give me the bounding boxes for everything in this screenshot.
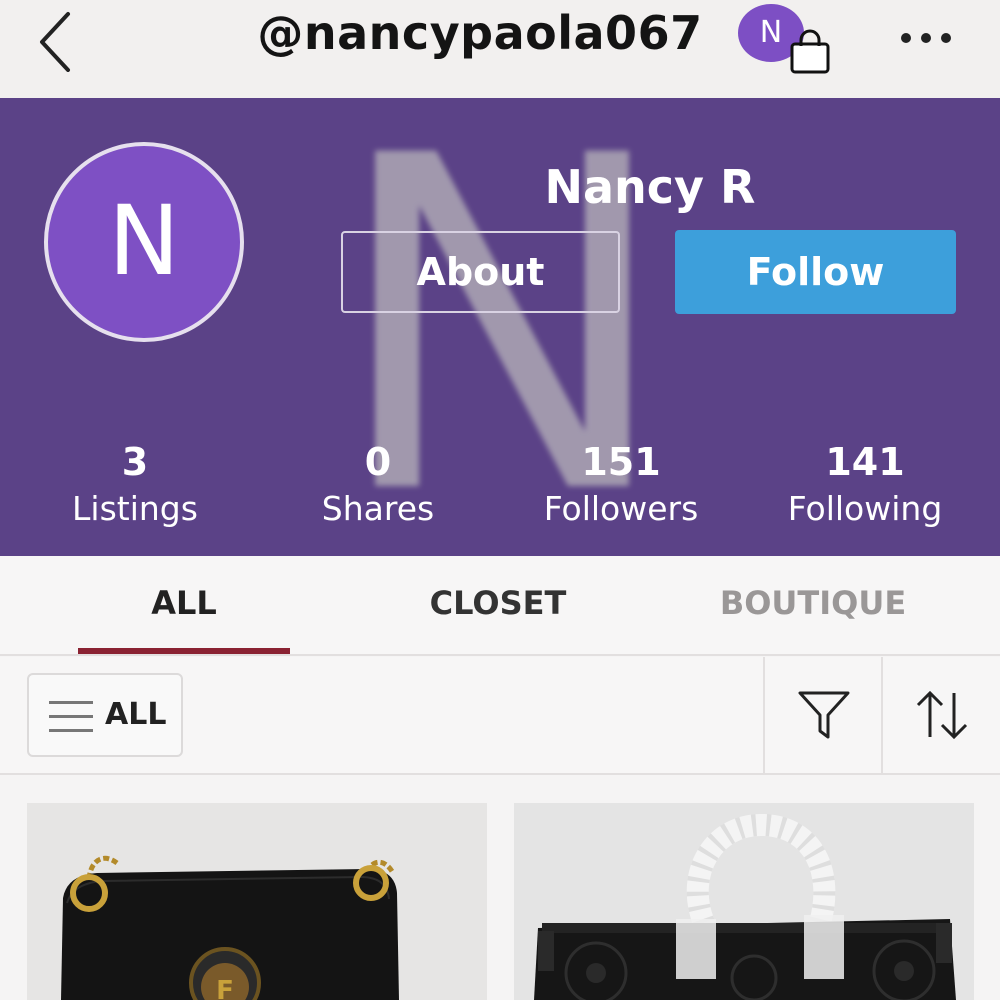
divider [763, 657, 765, 773]
category-dropdown[interactable]: ALL [27, 673, 183, 757]
listing-card[interactable]: F [27, 803, 487, 1000]
tab-boutique[interactable]: BOUTIQUE [710, 584, 916, 622]
top-bar: @nancypaola067 N [0, 0, 1000, 98]
sort-icon[interactable] [912, 687, 972, 743]
stat-label: Listings [72, 489, 198, 528]
closet-tabs: ALL CLOSET BOUTIQUE [0, 556, 1000, 656]
about-button[interactable]: About [341, 231, 620, 313]
divider [881, 657, 883, 773]
profile-header: N N Nancy R About Follow 3 Listings 0 Sh… [0, 98, 1000, 556]
svg-text:F: F [216, 976, 234, 1000]
stat-listings[interactable]: 3 Listings [35, 438, 235, 532]
filter-icon[interactable] [796, 687, 852, 743]
display-name: Nancy R [544, 160, 756, 214]
stat-label: Shares [321, 489, 435, 528]
stat-value: 3 [121, 440, 149, 484]
black-embossed-tote-bag-photo [514, 803, 974, 1000]
menu-icon [49, 701, 93, 732]
page-title: @nancypaola067 [257, 6, 703, 60]
filter-bar: ALL [0, 657, 1000, 775]
avatar[interactable]: N [44, 142, 244, 342]
listing-card[interactable] [514, 803, 974, 1000]
stat-value: 151 [581, 440, 661, 484]
stat-shares[interactable]: 0 Shares [278, 438, 478, 532]
stat-following[interactable]: 141 Following [765, 438, 965, 532]
stat-followers[interactable]: 151 Followers [521, 438, 721, 532]
tab-all[interactable]: ALL [78, 584, 290, 622]
category-label: ALL [105, 697, 167, 732]
stat-label: Following [787, 489, 943, 528]
shopping-bag-icon[interactable] [786, 28, 834, 76]
active-tab-indicator [78, 648, 290, 654]
stat-value: 0 [364, 440, 392, 484]
more-icon[interactable] [896, 18, 956, 58]
black-handbag-gold-chain-photo: F [27, 803, 487, 1000]
stat-value: 141 [825, 440, 905, 484]
stat-label: Followers [543, 489, 699, 528]
tab-closet[interactable]: CLOSET [398, 584, 598, 622]
follow-button[interactable]: Follow [675, 230, 956, 314]
